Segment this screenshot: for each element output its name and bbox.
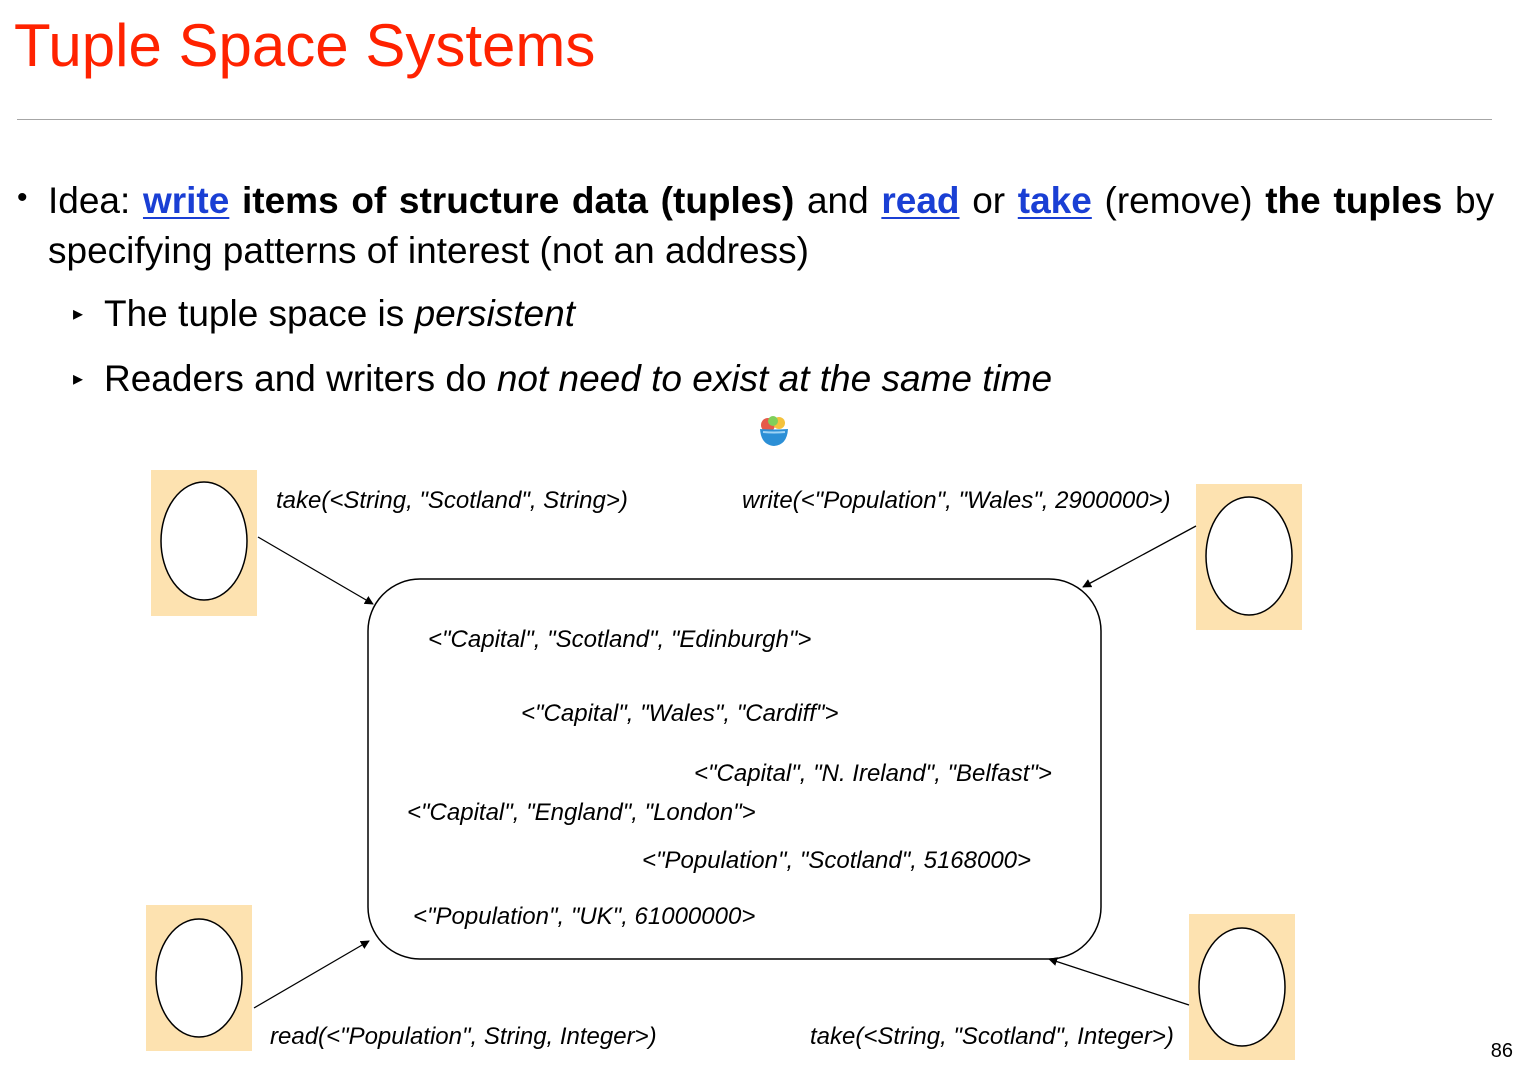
page-number: 86 bbox=[1490, 1040, 1513, 1062]
process-top-left bbox=[151, 470, 257, 616]
tuple-space-diagram: take(<String, "Scotland", String>) write… bbox=[146, 470, 1302, 1060]
process-node bbox=[1205, 496, 1293, 616]
tuple-item: <"Population", "UK", 61000000> bbox=[413, 903, 755, 930]
process-bottom-left bbox=[146, 905, 252, 1051]
process-node bbox=[160, 481, 248, 601]
process-top-right bbox=[1196, 484, 1302, 630]
tuple-item: <"Capital", "N. Ireland", "Belfast"> bbox=[694, 760, 1052, 787]
arrow-take-top-left bbox=[257, 536, 374, 605]
arrow-write-top-right bbox=[1082, 525, 1197, 588]
arrow-take-bottom-right bbox=[1048, 957, 1190, 1006]
arrow-read-bottom-left bbox=[253, 940, 370, 1009]
tuple-item: <"Capital", "Wales", "Cardiff"> bbox=[521, 700, 838, 727]
process-node bbox=[1198, 927, 1286, 1047]
tuple-item: <"Capital", "England", "London"> bbox=[407, 799, 756, 826]
process-node bbox=[155, 918, 243, 1038]
tuple-item: <"Population", "Scotland", 5168000> bbox=[642, 847, 1031, 874]
op-label-bottom-left: read(<"Population", String, Integer>) bbox=[270, 1023, 657, 1050]
process-bottom-right bbox=[1189, 914, 1295, 1060]
op-label-bottom-right: take(<String, "Scotland", Integer>) bbox=[810, 1023, 1174, 1050]
tuple-item: <"Capital", "Scotland", "Edinburgh"> bbox=[428, 626, 811, 653]
op-label-top-right: write(<"Population", "Wales", 2900000>) bbox=[742, 487, 1171, 514]
op-label-top-left: take(<String, "Scotland", String>) bbox=[276, 487, 628, 514]
